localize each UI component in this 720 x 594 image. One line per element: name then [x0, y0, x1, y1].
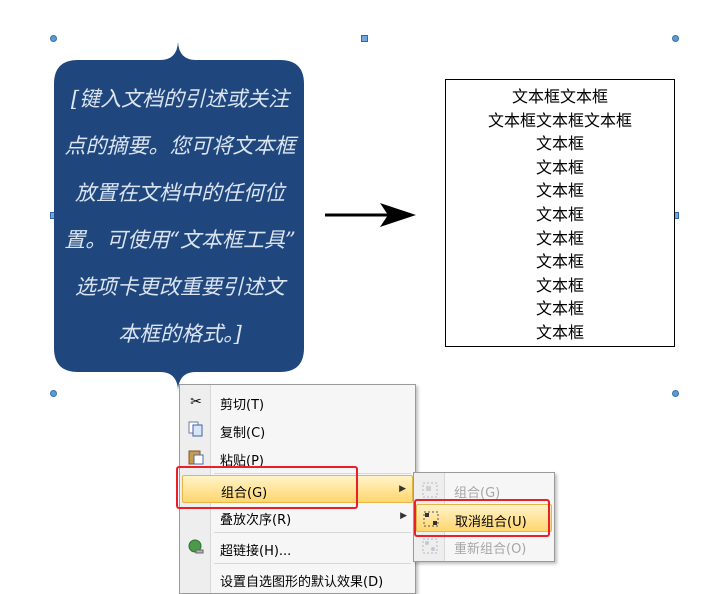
text-box[interactable]: 文本框文本框 文本框文本框文本框 文本框 文本框 文本框 文本框 文本框 文本框 文本框 文本框文…	[445, 79, 675, 347]
menu-separator	[214, 563, 411, 564]
text-box-line: 文本框文本框文本框	[487, 110, 632, 130]
menu-item-cut[interactable]: ✂ 剪切(T)	[182, 388, 413, 416]
right-arrow-icon	[325, 203, 416, 227]
highlight-box-ungroup	[414, 499, 550, 537]
text-box-line: 文本框	[535, 322, 584, 342]
scissors-icon: ✂	[190, 394, 202, 410]
hyperlink-icon	[187, 539, 205, 557]
menu-item-label: 叠放次序(R)	[220, 513, 292, 528]
menu-item-label: 设置自选图形的默认效果(D)	[220, 575, 384, 590]
menu-item-label: 重新组合(O)	[454, 542, 527, 557]
regroup-icon	[421, 537, 439, 555]
text-box-line: 文本框	[535, 299, 584, 319]
submenu-arrow-icon: ▶	[400, 511, 407, 521]
text-box-line: 文本框	[535, 204, 584, 224]
menu-item-label: 剪切(T)	[220, 398, 265, 413]
menu-item-label: 复制(C)	[220, 426, 266, 441]
menu-item-hyperlink[interactable]: 超链接(H)...	[182, 534, 413, 562]
text-box-line: 文本框文本框	[511, 87, 608, 106]
text-box-content: 文本框文本框 文本框文本框文本框 文本框 文本框 文本框 文本框 文本框 文本框 文本框 文本框文…	[446, 85, 674, 345]
copy-icon	[187, 421, 205, 439]
menu-item-copy[interactable]: 复制(C)	[182, 416, 413, 444]
menu-separator	[214, 532, 411, 533]
text-box-line: 文本框	[535, 252, 584, 272]
callout-text[interactable]: [键入文档的引述或关注 点的摘要。您可将文本框 放置在文档中的任何位 置。可使用…	[60, 76, 300, 358]
text-box-line: 文本框	[535, 181, 584, 201]
highlight-box-group	[176, 466, 358, 509]
text-box-line: 文本框	[535, 134, 584, 154]
text-box-line: 文本框	[535, 275, 584, 295]
text-box-line: 文本框	[535, 157, 584, 177]
menu-item-label: 超链接(H)...	[220, 544, 292, 559]
text-box-line: 文本框	[535, 228, 584, 248]
group-icon	[421, 481, 439, 499]
paste-icon	[187, 449, 205, 467]
submenu-arrow-icon: ▶	[399, 484, 406, 494]
